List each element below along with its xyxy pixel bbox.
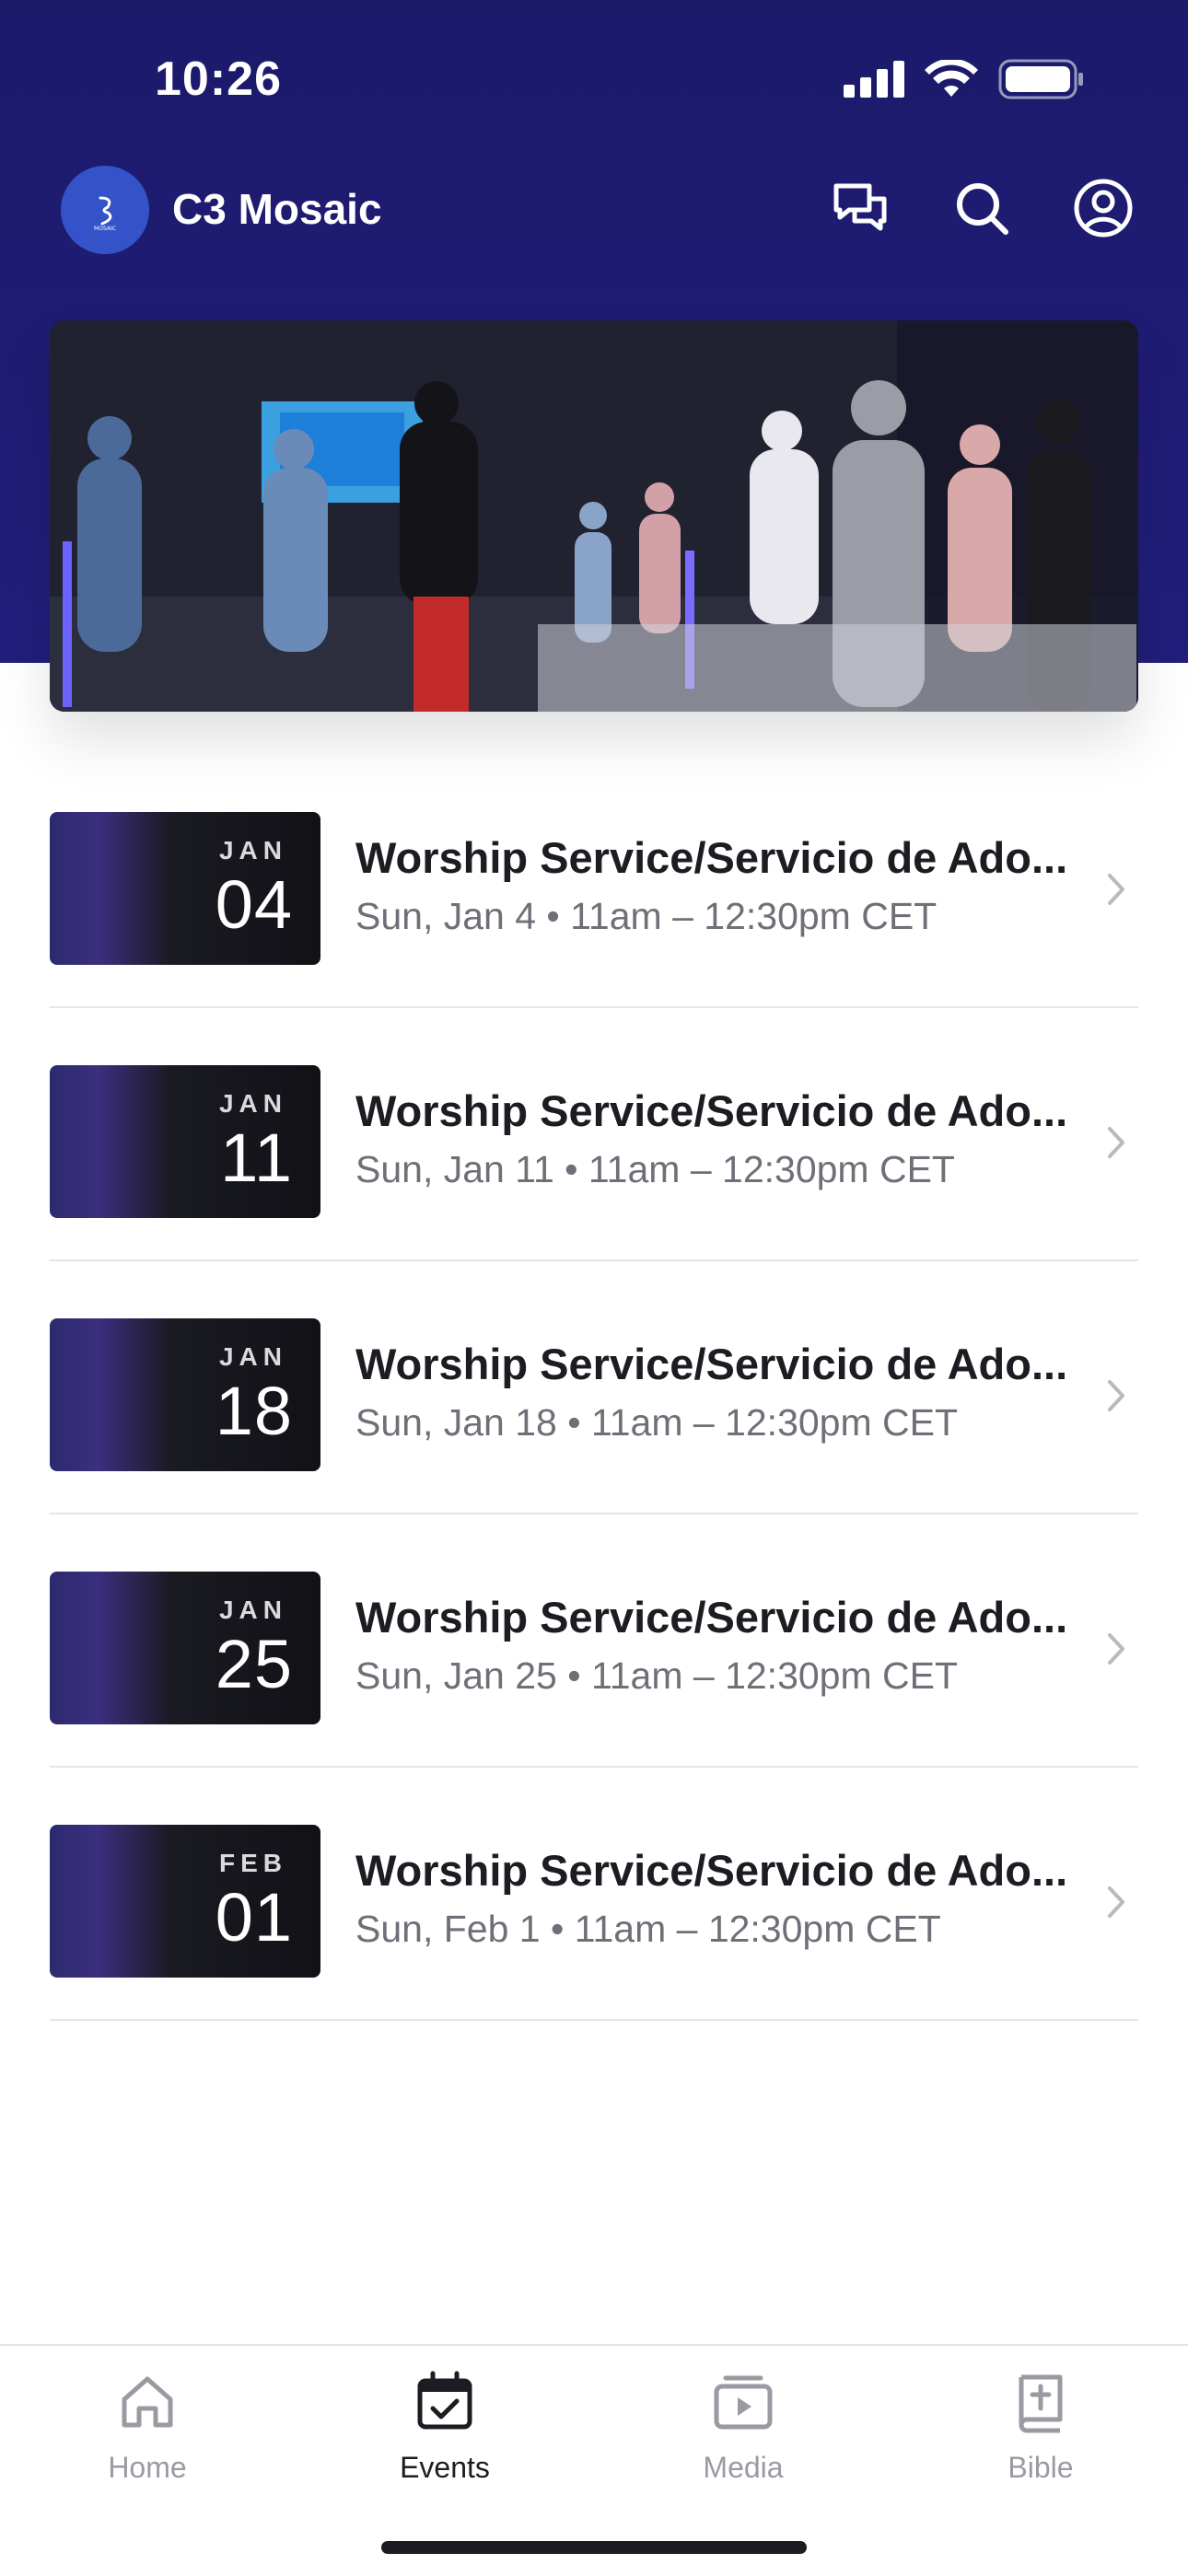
- event-day: 01: [215, 1879, 293, 1955]
- account-icon: [1074, 179, 1133, 238]
- event-thumbnail: JAN 25: [50, 1572, 320, 1724]
- event-title: Worship Service/Servicio de Ado...: [355, 1593, 1068, 1642]
- calendar-check-icon: [417, 2371, 472, 2430]
- event-month: FEB: [219, 1849, 287, 1877]
- status-time: 10:26: [155, 52, 282, 106]
- battery-icon: [998, 59, 1083, 99]
- event-row[interactable]: FEB 01 Worship Service/Servicio de Ado..…: [50, 1768, 1138, 2021]
- event-thumbnail: JAN 11: [50, 1065, 320, 1218]
- account-button[interactable]: [1070, 175, 1136, 241]
- events-list: JAN 04 Worship Service/Servicio de Ado..…: [50, 755, 1138, 2021]
- home-icon: [122, 2376, 173, 2428]
- event-title: Worship Service/Servicio de Ado...: [355, 1340, 1068, 1388]
- church-logo[interactable]: MOSAIC: [61, 166, 149, 254]
- event-day: 25: [215, 1626, 293, 1702]
- event-row[interactable]: JAN 18 Worship Service/Servicio de Ado..…: [50, 1261, 1138, 1514]
- event-title: Worship Service/Servicio de Ado...: [355, 1086, 1068, 1135]
- home-indicator[interactable]: [381, 2541, 807, 2554]
- event-month: JAN: [218, 1595, 287, 1624]
- chevron-right-icon: [1108, 1127, 1124, 1158]
- svg-text:MOSAIC: MOSAIC: [94, 226, 116, 232]
- tab-home[interactable]: Home: [55, 2370, 239, 2485]
- chevron-right-icon: [1108, 1886, 1124, 1918]
- event-day: 11: [220, 1120, 293, 1196]
- messages-button[interactable]: [827, 175, 893, 241]
- event-row[interactable]: JAN 04 Worship Service/Servicio de Ado..…: [50, 755, 1138, 1008]
- logo-mark-icon: MOSAIC: [94, 196, 116, 232]
- event-day: 18: [215, 1373, 293, 1449]
- search-icon: [957, 183, 1008, 235]
- event-row[interactable]: JAN 25 Worship Service/Servicio de Ado..…: [50, 1514, 1138, 1768]
- bible-icon: [1019, 2374, 1063, 2433]
- media-play-icon: [714, 2375, 773, 2430]
- hero-image[interactable]: [50, 320, 1138, 712]
- tab-label: Events: [400, 2451, 490, 2484]
- chevron-right-icon: [1108, 874, 1124, 905]
- event-datetime: Sun, Jan 18 • 11am – 12:30pm CET: [355, 1401, 959, 1444]
- event-title: Worship Service/Servicio de Ado...: [355, 1846, 1068, 1895]
- event-month: JAN: [218, 1342, 287, 1371]
- event-month: JAN: [218, 1089, 287, 1118]
- status-bar: 10:26: [0, 0, 1188, 157]
- app-title: C3 Mosaic: [172, 185, 382, 233]
- tab-label: Bible: [1007, 2451, 1074, 2484]
- header-actions: [827, 175, 1136, 241]
- event-datetime: Sun, Jan 25 • 11am – 12:30pm CET: [355, 1654, 959, 1697]
- event-thumbnail: FEB 01: [50, 1825, 320, 1978]
- event-thumbnail: JAN 04: [50, 812, 320, 965]
- tab-events[interactable]: Events: [353, 2370, 537, 2485]
- event-day: 04: [215, 866, 293, 943]
- event-thumbnail: JAN 18: [50, 1318, 320, 1471]
- worship-photo: [50, 320, 1138, 712]
- event-datetime: Sun, Feb 1 • 11am – 12:30pm CET: [355, 1908, 941, 1950]
- tab-media[interactable]: Media: [651, 2370, 835, 2485]
- chevron-right-icon: [1108, 1380, 1124, 1411]
- event-month: JAN: [218, 836, 287, 864]
- tab-bible[interactable]: Bible: [949, 2370, 1133, 2485]
- chat-icon: [833, 183, 887, 231]
- search-button[interactable]: [949, 175, 1015, 241]
- status-icons: [844, 59, 1085, 99]
- cellular-signal-icon: [844, 61, 904, 98]
- event-title: Worship Service/Servicio de Ado...: [355, 833, 1068, 882]
- app-header: MOSAIC C3 Mosaic: [0, 157, 1188, 267]
- tab-label: Home: [108, 2451, 187, 2484]
- wifi-icon: [925, 60, 978, 97]
- tab-label: Media: [703, 2451, 784, 2484]
- chevron-right-icon: [1108, 1633, 1124, 1665]
- event-row[interactable]: JAN 11 Worship Service/Servicio de Ado..…: [50, 1008, 1138, 1261]
- event-datetime: Sun, Jan 11 • 11am – 12:30pm CET: [355, 1148, 955, 1190]
- event-datetime: Sun, Jan 4 • 11am – 12:30pm CET: [355, 895, 938, 937]
